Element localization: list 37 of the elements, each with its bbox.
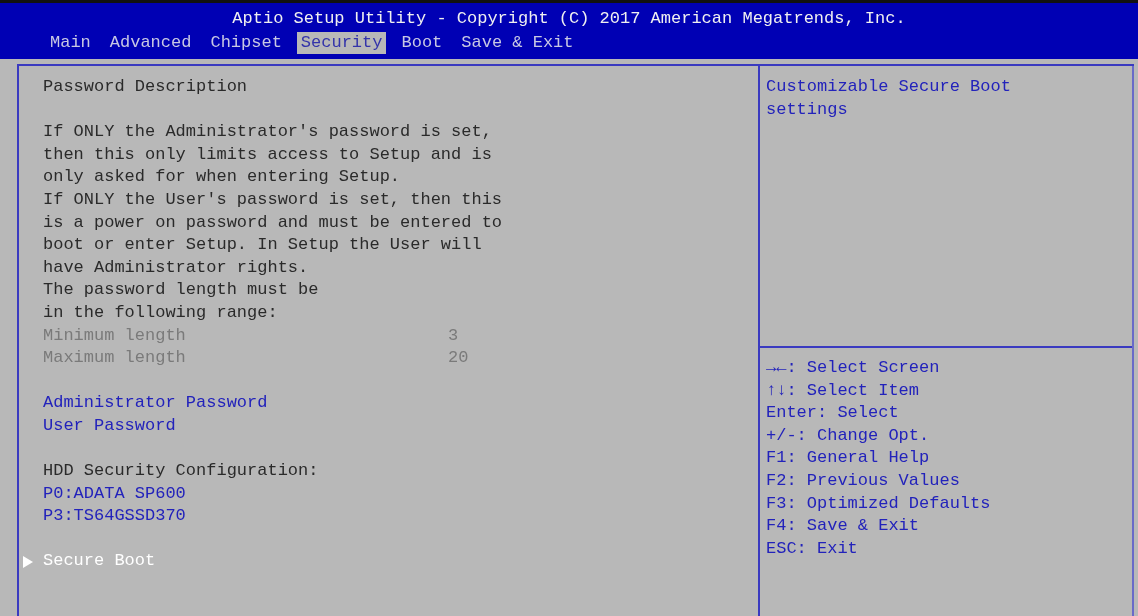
info-label: Maximum length (43, 347, 187, 370)
description-text: If ONLY the Administrator's password is set, (43, 121, 492, 144)
key-hint: +/-: Change Opt. (766, 424, 931, 447)
menu-tab[interactable]: Main (46, 32, 95, 54)
info-label: Minimum length (43, 324, 187, 347)
key-hint: F4: Save & Exit (766, 515, 921, 538)
key-hint: F2: Previous Values (766, 469, 961, 492)
description-text: only asked for when entering Setup. (43, 166, 401, 189)
help-text: Customizable Secure Boot settings (766, 76, 1012, 121)
menu-tab[interactable]: Chipset (206, 32, 286, 54)
triangle-icon (23, 555, 33, 568)
menu-option[interactable]: P3:TS64GSSD370 (43, 505, 186, 528)
menu-tab[interactable]: Advanced (105, 32, 196, 54)
description-text: The password length must be (43, 279, 319, 302)
key-hint: Enter: Select (766, 402, 900, 425)
key-hint: F1: General Help (766, 447, 931, 470)
description-text: If ONLY the User's password is set, then this (43, 188, 503, 211)
menu-tab[interactable]: Security (296, 32, 387, 54)
menu-option[interactable]: Administrator Password (43, 392, 268, 415)
info-value: 20 (448, 347, 469, 370)
description-text: boot or enter Setup. In Setup the User will (43, 234, 482, 257)
description-text: in the following range: (43, 301, 278, 324)
description-text: HDD Security Configuration: (43, 460, 319, 483)
description-text: have Administrator rights. (43, 256, 309, 279)
description-text: is a power on password and must be entered to (43, 211, 503, 234)
menu-tab[interactable]: Boot (397, 32, 447, 54)
key-hint: ↑↓: Select Item (766, 379, 921, 402)
key-hint: F3: Optimized Defaults (766, 492, 992, 515)
description-text: Password Description (43, 76, 248, 98)
window-title: Aptio Setup Utility - Copyright (C) 2017 American Megatrends, Inc. (231, 8, 907, 30)
key-hint: ESC: Exit (766, 537, 859, 560)
description-text: then this only limits access to Setup and is (43, 143, 492, 166)
menu-option[interactable]: P0:ADATA SP600 (43, 482, 186, 506)
menu-option[interactable]: User Password (43, 414, 176, 438)
key-hint: →←: Select Screen (766, 357, 941, 379)
menu-tab[interactable]: Save & Exit (457, 32, 578, 54)
info-value: 3 (448, 324, 459, 347)
